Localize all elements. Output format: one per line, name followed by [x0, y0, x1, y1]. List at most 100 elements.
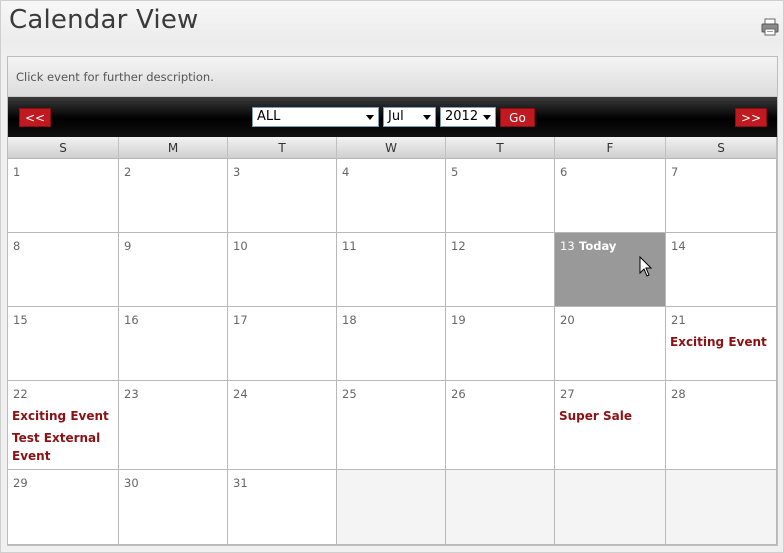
day-number: 16	[124, 313, 139, 327]
go-button[interactable]: Go	[500, 108, 535, 127]
day-cell[interactable]: 11	[337, 233, 446, 307]
calendar-page: Calendar View Click event for further de…	[0, 0, 784, 553]
day-cell[interactable]: 24	[228, 381, 337, 470]
day-number: 23	[124, 387, 139, 401]
year-select-value: 2012	[445, 109, 479, 124]
chevron-down-icon	[483, 115, 491, 120]
day-number: 27	[560, 387, 575, 401]
day-of-week-label: T	[446, 137, 555, 159]
event-link[interactable]: Test External Event	[12, 429, 114, 465]
day-number: 24	[233, 387, 248, 401]
empty-day-cell	[555, 470, 666, 545]
empty-day-cell	[666, 470, 777, 545]
day-number: 8	[13, 239, 21, 253]
day-number: 18	[342, 313, 357, 327]
event-list: Exciting Event	[670, 333, 772, 355]
calendar-nav-bar: << ALL Jul 2012 Go >>	[8, 97, 777, 137]
empty-day-cell	[337, 470, 446, 545]
category-select[interactable]: ALL	[252, 107, 379, 127]
chevron-down-icon	[366, 115, 374, 120]
day-cell[interactable]: 9	[119, 233, 228, 307]
day-number: 28	[671, 387, 686, 401]
day-cell[interactable]: 15	[8, 307, 119, 381]
day-cell[interactable]: 28	[666, 381, 777, 470]
day-cell[interactable]: 21 Exciting Event	[666, 307, 777, 381]
category-select-value: ALL	[257, 109, 281, 124]
day-number: 6	[560, 165, 568, 179]
day-cell[interactable]: 16	[119, 307, 228, 381]
day-cell[interactable]: 26	[446, 381, 555, 470]
day-number: 14	[671, 239, 686, 253]
day-cell[interactable]: 27 Super Sale	[555, 381, 666, 470]
empty-day-cell	[446, 470, 555, 545]
day-cell[interactable]: 8	[8, 233, 119, 307]
day-number: 21	[671, 313, 686, 327]
prev-month-button[interactable]: <<	[19, 108, 51, 127]
day-cell[interactable]: 10	[228, 233, 337, 307]
day-cell[interactable]: 2	[119, 159, 228, 233]
day-number: 15	[13, 313, 28, 327]
day-of-week-label: S	[8, 137, 119, 159]
day-number: 5	[451, 165, 459, 179]
calendar: Click event for further description. << …	[7, 56, 778, 546]
event-list: Super Sale	[559, 407, 661, 429]
day-number: 20	[560, 313, 575, 327]
day-cell[interactable]: 14	[666, 233, 777, 307]
day-number: 17	[233, 313, 248, 327]
day-cell[interactable]: 30	[119, 470, 228, 545]
days-of-week-header: SMTWTFS	[8, 137, 777, 159]
month-select-value: Jul	[388, 109, 404, 124]
day-of-week-label: F	[555, 137, 666, 159]
day-number: 19	[451, 313, 466, 327]
day-of-week-label: S	[666, 137, 777, 159]
day-number: 11	[342, 239, 357, 253]
day-cell[interactable]: 12	[446, 233, 555, 307]
day-cell[interactable]: 1	[8, 159, 119, 233]
day-cell[interactable]: 23	[119, 381, 228, 470]
day-cell[interactable]: 4	[337, 159, 446, 233]
day-cell[interactable]: 7	[666, 159, 777, 233]
event-link[interactable]: Exciting Event	[12, 407, 114, 425]
day-cell[interactable]: 18	[337, 307, 446, 381]
day-cell[interactable]: 17	[228, 307, 337, 381]
event-link[interactable]: Super Sale	[559, 407, 661, 425]
printer-icon[interactable]	[761, 18, 779, 36]
year-select[interactable]: 2012	[440, 107, 496, 127]
day-number: 2	[124, 165, 132, 179]
day-cell[interactable]: 22 Exciting Event Test External Event	[8, 381, 119, 470]
day-cell[interactable]: 25	[337, 381, 446, 470]
day-number: 26	[451, 387, 466, 401]
day-number: 30	[124, 476, 139, 490]
chevron-down-icon	[423, 115, 431, 120]
today-label: Today	[579, 239, 617, 253]
day-of-week-label: W	[337, 137, 446, 159]
day-number: 22	[13, 387, 28, 401]
next-month-button[interactable]: >>	[735, 108, 767, 127]
day-cell[interactable]: 6	[555, 159, 666, 233]
info-text: Click event for further description.	[8, 57, 777, 97]
day-cell[interactable]: 29	[8, 470, 119, 545]
day-number: 13	[560, 239, 575, 253]
day-number: 12	[451, 239, 466, 253]
day-cell[interactable]: 3	[228, 159, 337, 233]
page-title: Calendar View	[9, 5, 199, 35]
event-list: Exciting Event Test External Event	[12, 407, 114, 469]
event-link[interactable]: Exciting Event	[670, 333, 772, 351]
day-of-week-label: T	[228, 137, 337, 159]
day-cell[interactable]: 5	[446, 159, 555, 233]
day-number: 25	[342, 387, 357, 401]
today-cell[interactable]: 13 Today	[555, 233, 666, 307]
day-number: 4	[342, 165, 350, 179]
calendar-grid: 1 2 3 4 5 6 7 8 9 10 11 12 13 Today 14 15 16 17 18 19 20 21 Ex…	[8, 159, 777, 545]
day-number: 29	[13, 476, 28, 490]
day-cell[interactable]: 20	[555, 307, 666, 381]
day-number: 31	[233, 476, 248, 490]
day-of-week-label: M	[119, 137, 228, 159]
day-cell[interactable]: 31	[228, 470, 337, 545]
day-cell[interactable]: 19	[446, 307, 555, 381]
day-number: 1	[13, 165, 21, 179]
day-number: 7	[671, 165, 679, 179]
day-number: 10	[233, 239, 248, 253]
day-number: 9	[124, 239, 132, 253]
month-select[interactable]: Jul	[383, 107, 436, 127]
